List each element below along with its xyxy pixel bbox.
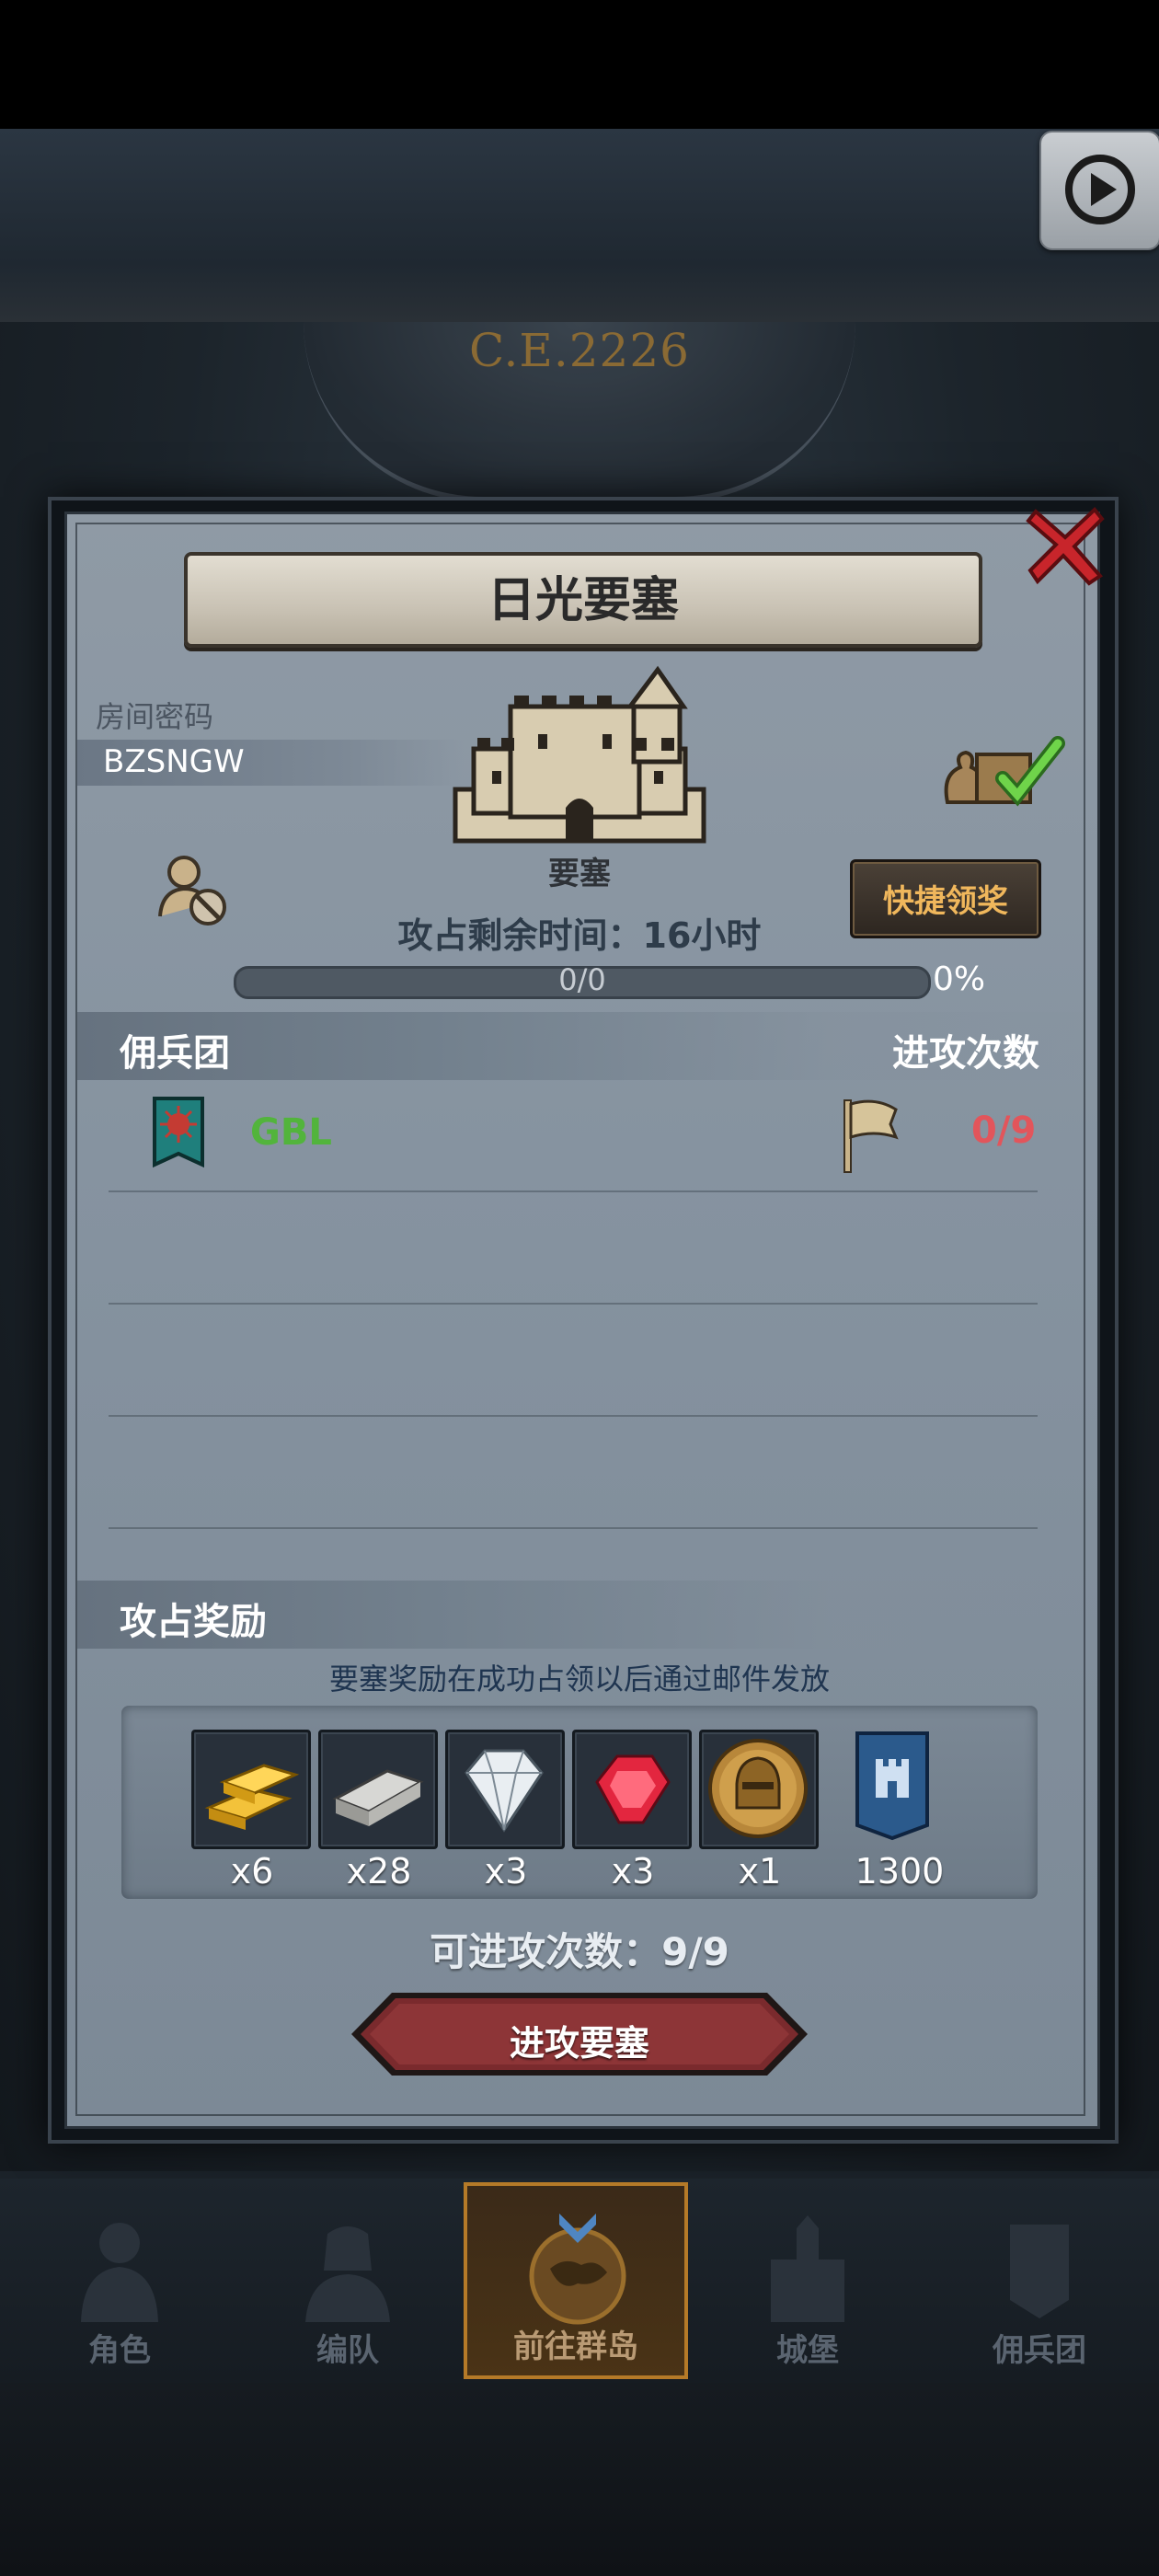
row-divider: [109, 1527, 1038, 1529]
attack-flag-icon: [843, 1099, 899, 1173]
reward-item[interactable]: [191, 1730, 311, 1849]
nav-item-character[interactable]: 角色: [7, 2182, 232, 2379]
reward-count: x3: [611, 1851, 655, 1892]
replay-button[interactable]: [1039, 131, 1159, 250]
gold-bar-icon: [204, 1764, 300, 1830]
row-divider: [109, 1190, 1038, 1192]
islands-globe-icon: [529, 2214, 626, 2325]
nav-item-islands[interactable]: 前往群岛: [464, 2182, 688, 2379]
room-code: BZSNGW: [103, 743, 245, 780]
reward-count: x1: [738, 1851, 782, 1892]
capture-progress-text: 0/0: [558, 962, 606, 997]
nav-label: 城堡: [776, 2332, 839, 2369]
reward-count: x28: [346, 1851, 412, 1892]
formation-icon: [305, 2226, 390, 2322]
reward-item[interactable]: [445, 1730, 565, 1849]
reward-item[interactable]: [854, 1730, 931, 1844]
nav-label: 佣兵团: [993, 2332, 1086, 2369]
reward-item[interactable]: [699, 1730, 819, 1849]
reward-item[interactable]: [572, 1730, 692, 1849]
row-divider: [109, 1303, 1038, 1305]
nav-label: 角色: [88, 2332, 151, 2369]
row-divider: [109, 1415, 1038, 1417]
diamond-icon: [465, 1749, 544, 1833]
play-icon: [1065, 155, 1135, 224]
top-bar: [0, 0, 1159, 129]
nav-item-mercenary[interactable]: 佣兵团: [927, 2182, 1152, 2379]
capture-progress-percent: 0%: [933, 960, 986, 998]
character-icon: [81, 2223, 158, 2322]
panel-title: 日光要塞: [487, 573, 679, 628]
attack-fortress-label: 进攻要塞: [509, 2023, 649, 2064]
guild-banner-icon: [153, 1097, 204, 1168]
nav-label: 前往群岛: [513, 2329, 638, 2365]
era-label: C.E.2226: [468, 324, 690, 377]
close-icon: [1026, 507, 1105, 586]
reward-count: x3: [484, 1851, 528, 1892]
close-button[interactable]: [1023, 502, 1107, 587]
ruby-icon: [595, 1754, 671, 1824]
remaining-time: 攻占剩余时间：16小时: [397, 915, 762, 956]
fortress-label: 要塞: [548, 856, 611, 892]
iron-bar-icon: [332, 1769, 424, 1826]
header-band: [0, 129, 1159, 322]
reward-note: 要塞奖励在成功占领以后通过邮件发放: [328, 1662, 830, 1696]
mercenary-title: 佣兵团: [120, 1032, 230, 1075]
room-code-label: 房间密码: [96, 699, 214, 734]
guild-banner-icon: [855, 1731, 929, 1841]
castle-icon: [771, 2215, 844, 2322]
nav-item-castle[interactable]: 城堡: [695, 2182, 920, 2379]
loot-collected-icon: [944, 736, 1065, 807]
reward-count: 1300: [855, 1851, 945, 1892]
reward-item[interactable]: [318, 1730, 438, 1849]
reward-title: 攻占奖励: [120, 1601, 267, 1643]
attack-count-header: 进攻次数: [892, 1032, 1039, 1075]
guild-attack-count: 0/9: [971, 1110, 1037, 1152]
knight-helmet-coin-icon: [708, 1739, 808, 1838]
remaining-attempts: 可进攻次数：9/9: [430, 1929, 729, 1974]
nav-item-formation[interactable]: 编队: [235, 2182, 460, 2379]
fortress-icon: [453, 665, 706, 844]
reward-count: x6: [230, 1851, 274, 1892]
mercenary-icon: [1010, 2225, 1069, 2318]
nav-label: 编队: [316, 2332, 379, 2369]
guild-name: GBL: [250, 1111, 332, 1154]
